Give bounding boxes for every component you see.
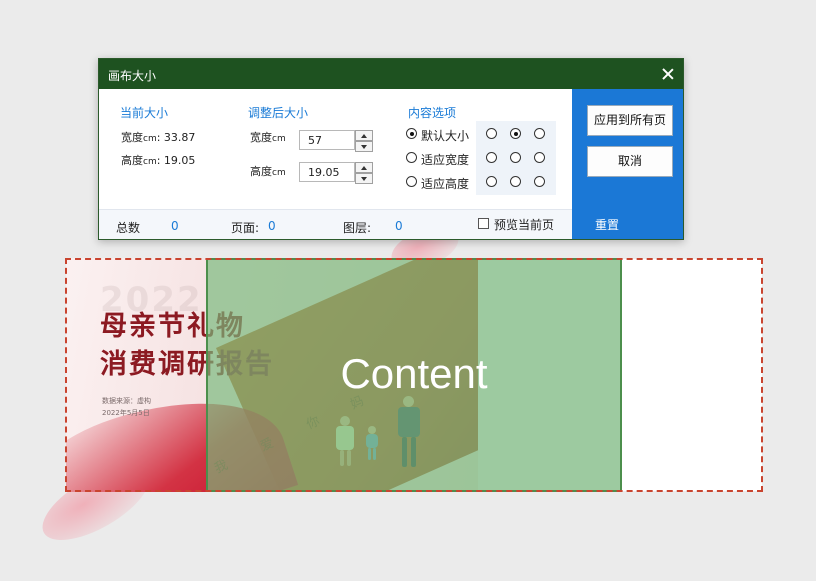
current-height-unit: cm [143,157,157,167]
page-value: 0 [268,219,276,233]
total-value: 0 [171,219,179,233]
radio-fit-height[interactable] [406,176,417,187]
close-icon[interactable] [659,65,677,83]
height-increment-button[interactable] [355,162,373,173]
adjusted-width-label: 宽度 [250,131,272,144]
anchor-top-left[interactable] [486,128,497,139]
width-decrement-button[interactable] [355,141,373,152]
current-size-heading: 当前大小 [120,106,169,120]
current-height-value: 19.05 [163,154,196,167]
anchor-bottom-right[interactable] [534,176,545,187]
cancel-button[interactable]: 取消 [587,146,673,177]
slide-meta-source: 数据来源：虚构 [102,397,151,405]
content-label: Content [340,350,488,397]
adjusted-height-unit: cm [272,168,286,178]
width-increment-button[interactable] [355,130,373,141]
current-width-label: 宽度 [121,131,143,144]
anchor-middle-left[interactable] [486,152,497,163]
height-decrement-button[interactable] [355,173,373,184]
adjusted-height-input[interactable] [299,162,355,182]
option-fit-width-label: 适应宽度 [421,153,470,167]
option-fit-height-label: 适应高度 [421,177,470,191]
anchor-grid [476,121,556,195]
slide-meta-date: 2022年5月5日 [102,409,150,417]
total-label: 总数 [116,221,141,235]
current-width-value: 33.87 [163,131,196,144]
dialog-action-panel: 应用到所有页 取消 重置 [572,89,683,239]
option-default-size-label: 默认大小 [421,129,470,143]
anchor-bottom-left[interactable] [486,176,497,187]
adjusted-width-unit: cm [272,134,286,144]
adjusted-width-label-row: 宽度cm [250,129,286,145]
preview-current-page-label: 预览当前页 [494,218,555,232]
dialog-statusbar: 总数 0 页面: 0 图层: 0 预览当前页 [99,209,572,239]
dialog-titlebar[interactable]: 画布大小 [99,59,683,89]
layer-label: 图层: [343,221,372,235]
dialog-title: 画布大小 [108,69,157,83]
canvas-expanded-area [622,259,762,491]
adjusted-height-label-row: 高度cm [250,163,286,179]
layer-value: 0 [395,219,403,233]
page-label: 页面: [231,221,260,235]
current-height-row: 高度cm: 19.05 [121,154,196,167]
current-width-row: 宽度cm: 33.87 [121,131,196,144]
radio-default-size[interactable] [406,128,417,139]
anchor-top-center[interactable] [510,128,521,139]
current-width-unit: cm [143,134,157,144]
content-options-heading: 内容选项 [408,106,457,120]
current-height-label: 高度 [121,154,143,167]
anchor-bottom-center[interactable] [510,176,521,187]
anchor-middle-right[interactable] [534,152,545,163]
canvas-size-dialog: 画布大小 当前大小 宽度cm: 33.87 高度cm: 19.05 调整后大小 … [98,58,684,240]
anchor-middle-center[interactable] [510,152,521,163]
adjusted-size-heading: 调整后大小 [248,106,309,120]
anchor-top-right[interactable] [534,128,545,139]
adjusted-width-input[interactable] [299,130,355,150]
apply-to-all-pages-button[interactable]: 应用到所有页 [587,105,673,136]
adjusted-height-label: 高度 [250,165,272,178]
preview-current-page-checkbox[interactable] [478,218,489,229]
radio-fit-width[interactable] [406,152,417,163]
reset-button[interactable]: 重置 [595,216,619,233]
